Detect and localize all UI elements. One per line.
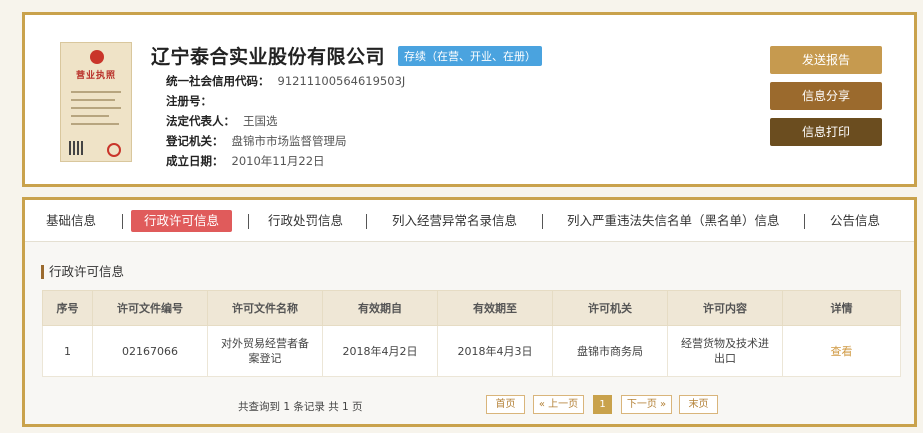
status-badge: 存续（在营、开业、在册） — [398, 46, 542, 66]
national-emblem-icon — [90, 50, 104, 64]
license-info-panel: 基础信息 行政许可信息 行政处罚信息 列入经营异常名录信息 列入严重违法失信名单… — [22, 197, 917, 427]
license-title: 营业执照 — [75, 71, 116, 81]
qr-code-icon — [69, 141, 83, 155]
send-report-button[interactable]: 发送报告 — [770, 46, 882, 74]
table-cell: 2018年4月2日 — [322, 325, 438, 377]
column-header: 许可文件名称 — [207, 290, 323, 326]
table-cell: 1 — [42, 325, 93, 377]
business-license-image: 营业执照 — [60, 42, 132, 162]
table-header-row: 序号 许可文件编号 许可文件名称 有效期自 有效期至 许可机关 许可内容 详情 — [42, 290, 901, 326]
table-cell: 02167066 — [92, 325, 208, 377]
reg-number-row: 注册号： — [166, 94, 212, 108]
column-header: 有效期自 — [322, 290, 438, 326]
last-page-button[interactable]: 末页 — [679, 395, 718, 414]
view-details-link[interactable]: 查看 — [782, 325, 901, 377]
next-page-button[interactable]: 下一页 » — [621, 395, 672, 414]
tab-blacklist[interactable]: 列入严重违法失信名单（黑名单）信息 — [567, 210, 780, 232]
tab-announcements[interactable]: 公告信息 — [830, 210, 880, 232]
column-header: 许可内容 — [667, 290, 783, 326]
tab-divider — [542, 214, 543, 229]
prev-page-button[interactable]: « 上一页 — [533, 395, 584, 414]
established-date-row: 成立日期： 2010年11月22日 — [166, 154, 325, 168]
column-header: 详情 — [782, 290, 901, 326]
reg-authority-row: 登记机关： 盘锦市市场监督管理局 — [166, 134, 347, 148]
company-card: 营业执照 辽宁泰合实业股份有限公司 存续（在营、开业、在册） 统一社会信用代码：… — [22, 12, 917, 187]
column-header: 许可机关 — [552, 290, 668, 326]
tab-divider — [804, 214, 805, 229]
column-header: 许可文件编号 — [92, 290, 208, 326]
tab-divider — [248, 214, 249, 229]
print-info-button[interactable]: 信息打印 — [770, 118, 882, 146]
license-table: 序号 许可文件编号 许可文件名称 有效期自 有效期至 许可机关 许可内容 详情 … — [42, 290, 901, 377]
tab-basic-info[interactable]: 基础信息 — [46, 210, 96, 232]
credit-code-row: 统一社会信用代码： 91211100564619503J — [166, 74, 406, 88]
tab-divider — [366, 214, 367, 229]
table-row: 1 02167066 对外贸易经营者备案登记 2018年4月2日 2018年4月… — [42, 325, 901, 377]
share-info-button[interactable]: 信息分享 — [770, 82, 882, 110]
tab-abnormal-list[interactable]: 列入经营异常名录信息 — [392, 210, 517, 232]
column-header: 序号 — [42, 290, 93, 326]
first-page-button[interactable]: 首页 — [486, 395, 525, 414]
table-cell: 对外贸易经营者备案登记 — [207, 325, 323, 377]
tab-divider — [122, 214, 123, 229]
official-seal-icon — [107, 143, 121, 157]
column-header: 有效期至 — [437, 290, 553, 326]
table-cell: 2018年4月3日 — [437, 325, 553, 377]
company-name: 辽宁泰合实业股份有限公司 — [151, 46, 386, 68]
legal-rep-row: 法定代表人： 王国选 — [166, 114, 278, 128]
current-page[interactable]: 1 — [593, 395, 612, 414]
tab-admin-penalty[interactable]: 行政处罚信息 — [268, 210, 343, 232]
section-title: 行政许可信息 — [41, 265, 124, 279]
table-cell: 经营货物及技术进出口 — [667, 325, 783, 377]
table-cell: 盘锦市商务局 — [552, 325, 668, 377]
tab-admin-license[interactable]: 行政许可信息 — [131, 210, 233, 232]
pager-info: 共查询到 1 条记录 共 1 页 — [238, 401, 363, 413]
tab-bar: 基础信息 行政许可信息 行政处罚信息 列入经营异常名录信息 列入严重违法失信名单… — [25, 200, 914, 242]
